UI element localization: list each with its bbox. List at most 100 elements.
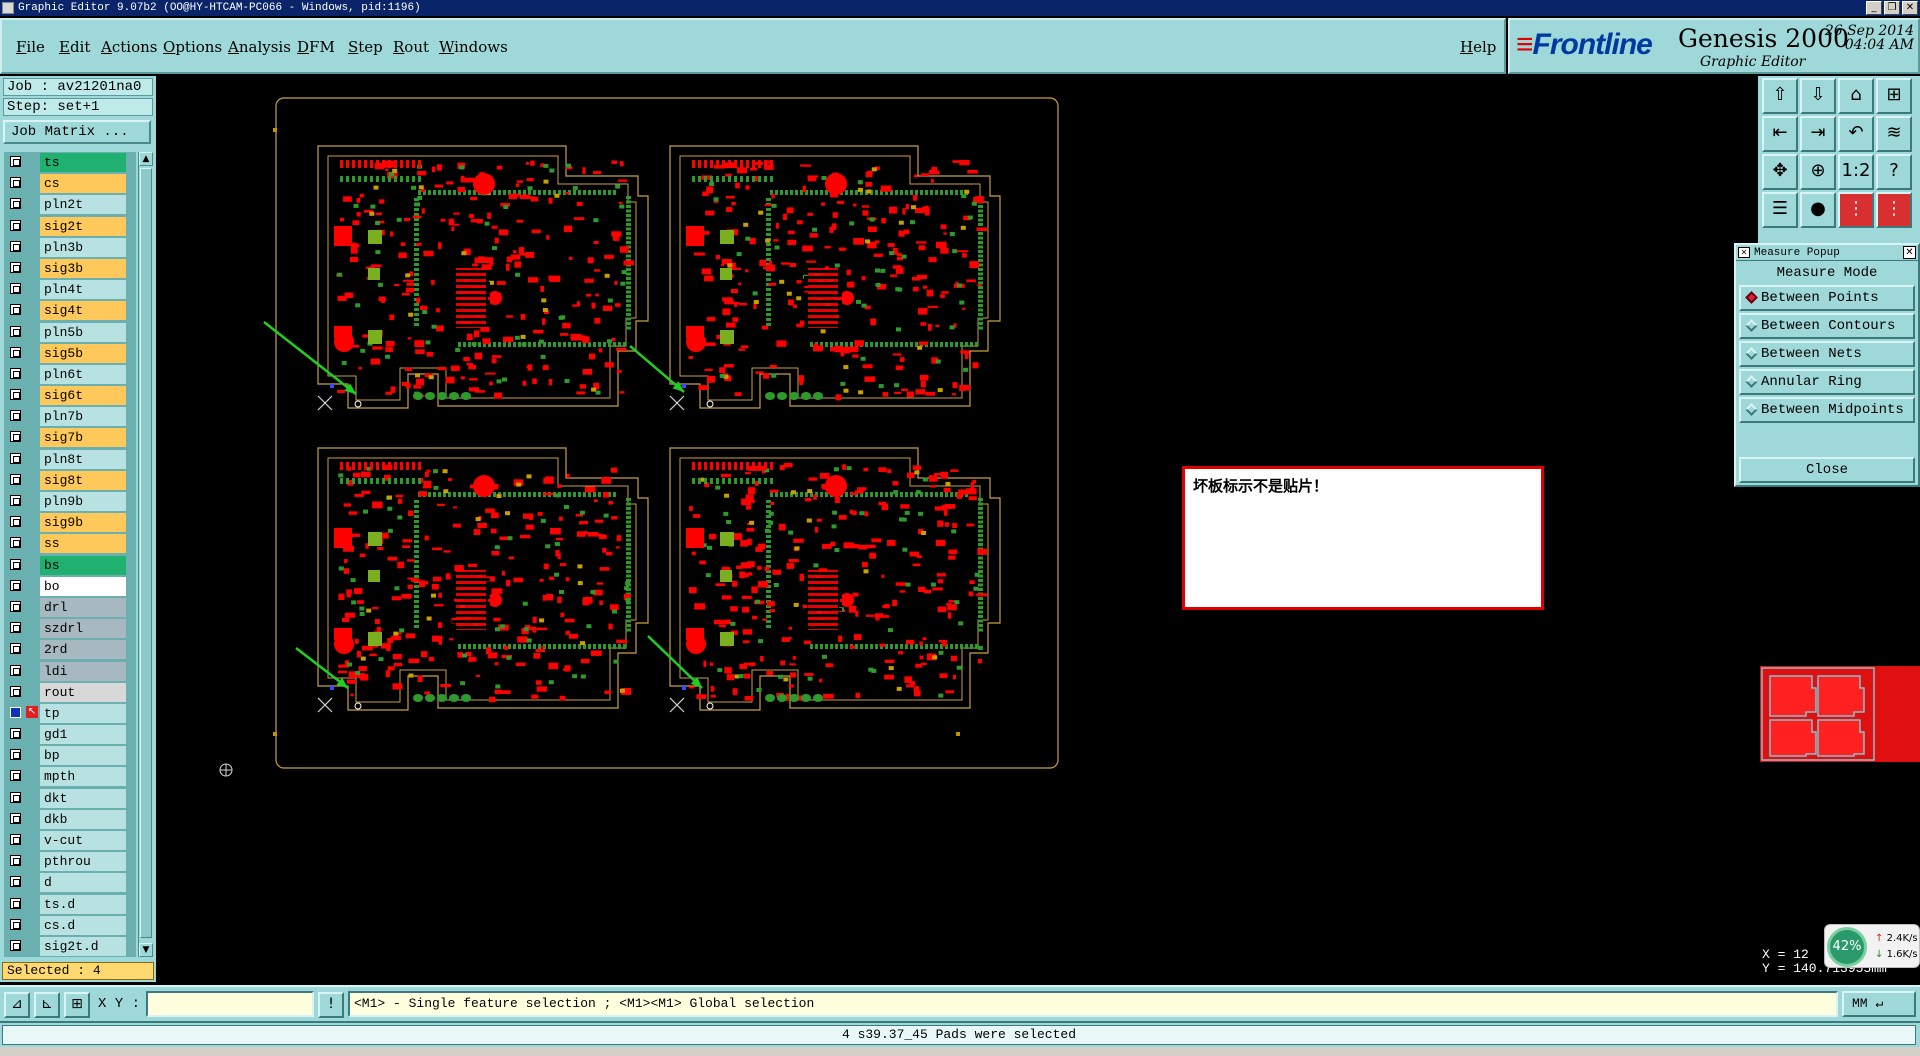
layer-row[interactable]: gd1 — [4, 724, 136, 746]
layer-row[interactable]: sig2t — [4, 216, 136, 237]
layer-checkbox[interactable] — [10, 749, 21, 761]
alert-icon[interactable]: ! — [318, 992, 344, 1018]
layer-name[interactable]: ts — [40, 153, 126, 172]
select-mode-icon[interactable]: ⊿ — [4, 992, 30, 1018]
layer-name[interactable]: gd1 — [40, 725, 126, 745]
layer-checkbox[interactable] — [10, 495, 21, 506]
option-between-nets[interactable]: Between Nets — [1739, 341, 1915, 367]
layer-checkbox[interactable] — [10, 261, 21, 273]
layer-name[interactable]: dkb — [40, 809, 126, 829]
measure-tool-icon[interactable]: ⋮ — [1838, 192, 1874, 228]
layer-checkbox[interactable] — [10, 325, 21, 337]
layer-checkbox[interactable] — [10, 579, 21, 591]
layer-checkbox[interactable] — [10, 834, 21, 845]
close-icon[interactable]: ✕ — [1902, 1, 1918, 15]
layer-checkbox[interactable] — [10, 283, 21, 295]
layer-name[interactable]: sig4t — [40, 301, 126, 321]
layer-row[interactable]: sig3b — [4, 258, 136, 280]
open-job-icon[interactable]: ⇧ — [1762, 78, 1798, 114]
layer-name[interactable]: sig6t — [40, 386, 126, 406]
layer-row[interactable]: bo — [4, 576, 136, 597]
snap-icon[interactable]: ● — [1800, 192, 1836, 228]
grid-mode-icon[interactable]: ⊞ — [64, 992, 90, 1018]
layer-scrollbar[interactable]: ▲ ▼ — [138, 152, 153, 957]
layer-row[interactable]: pln7b — [4, 406, 136, 428]
layer-name[interactable]: sig2t.d — [40, 936, 126, 956]
menu-file[interactable]: File — [16, 38, 45, 56]
layer-row[interactable]: bp — [4, 745, 136, 767]
layer-row[interactable]: bs — [4, 555, 136, 576]
layer-name[interactable]: bs — [40, 555, 126, 575]
job-matrix-button[interactable]: Job Matrix ... — [3, 120, 151, 144]
layer-name[interactable]: mpth — [40, 767, 126, 787]
layer-row[interactable]: pln8t — [4, 449, 136, 470]
xy-input[interactable] — [146, 991, 314, 1017]
layer-name[interactable]: sig2t — [40, 216, 126, 236]
menu-edit[interactable]: Edit — [59, 38, 90, 56]
layer-name[interactable]: pln5b — [40, 322, 126, 342]
layer-name[interactable]: pln8t — [40, 449, 126, 469]
layer-checkbox[interactable] — [10, 770, 21, 782]
layer-name[interactable]: sig5b — [40, 343, 126, 363]
layer-row[interactable]: sig8t — [4, 470, 136, 491]
menu-step[interactable]: Step — [348, 38, 383, 56]
menu-rout[interactable]: Rout — [393, 38, 429, 56]
layer-name[interactable]: pthrou — [40, 852, 126, 872]
layer-name[interactable]: drl — [40, 597, 126, 617]
layer-name[interactable]: sig8t — [40, 470, 126, 490]
pan-right-icon[interactable]: ⇥ — [1800, 116, 1836, 152]
layer-name[interactable]: 2rd — [40, 640, 126, 660]
layer-checkbox[interactable] — [10, 389, 21, 401]
layer-checkbox[interactable] — [10, 918, 21, 930]
layer-row[interactable]: pln5b — [4, 322, 136, 343]
layer-checkbox[interactable] — [10, 855, 21, 867]
layer-row[interactable]: pthrou — [4, 851, 136, 873]
zoom-one-to-two-icon[interactable]: 1:2 — [1838, 154, 1874, 190]
layer-row[interactable]: rout — [4, 682, 136, 703]
layer-name[interactable]: ts.d — [40, 894, 126, 914]
layer-row[interactable]: pln3b — [4, 237, 136, 258]
save-icon[interactable]: ⇩ — [1800, 78, 1836, 114]
redraw-icon[interactable]: ≋ — [1876, 116, 1912, 152]
layer-checkbox[interactable] — [10, 198, 21, 210]
layer-name[interactable]: rout — [40, 682, 126, 702]
help-icon[interactable]: ? — [1876, 154, 1912, 190]
units-selector[interactable]: MM ↵ — [1842, 991, 1916, 1017]
layer-name[interactable]: sig3b — [40, 258, 126, 278]
zoom-area-icon[interactable]: ⊕ — [1800, 154, 1836, 190]
layer-row[interactable]: dkb — [4, 809, 136, 830]
layer-name[interactable]: bp — [40, 746, 126, 766]
layer-row[interactable]: ldi — [4, 661, 136, 682]
layer-checkbox[interactable] — [10, 473, 21, 485]
layer-row[interactable]: drl — [4, 597, 136, 619]
zoom-fit-icon[interactable]: ✥ — [1762, 154, 1798, 190]
layer-checkbox[interactable] — [10, 156, 21, 167]
layer-name[interactable]: pln7b — [40, 407, 126, 427]
layer-name[interactable]: bo — [40, 576, 126, 596]
layer-row[interactable]: ts.d — [4, 894, 136, 915]
layer-name[interactable]: pln2t — [40, 195, 126, 215]
layer-name[interactable]: pln9b — [40, 492, 126, 511]
layer-row[interactable]: pln9b — [4, 491, 136, 513]
layer-checkbox[interactable] — [10, 367, 21, 379]
layer-row[interactable]: ↖ tp — [4, 703, 136, 725]
layer-name[interactable]: ldi — [40, 661, 126, 681]
home-icon[interactable]: ⌂ — [1838, 78, 1874, 114]
layer-checkbox[interactable] — [10, 516, 21, 528]
measure-close-button[interactable]: Close — [1739, 457, 1915, 483]
menu-windows[interactable]: Windows — [439, 38, 508, 56]
layer-name[interactable]: sig9b — [40, 513, 126, 533]
option-between-points[interactable]: Between Points — [1739, 285, 1915, 311]
layer-name[interactable]: cs — [40, 174, 126, 194]
layer-row[interactable]: cs — [4, 173, 136, 195]
menu-dfm[interactable]: DFM — [297, 38, 335, 56]
scroll-thumb[interactable] — [140, 168, 152, 938]
layer-checkbox[interactable] — [10, 685, 21, 697]
overview-thumbnail[interactable] — [1760, 666, 1920, 762]
layer-checkbox[interactable] — [10, 600, 21, 612]
menu-actions[interactable]: Actions — [101, 38, 157, 56]
network-speed-widget[interactable]: 42% ↑ 2.4K/s ↓ 1.6K/s — [1824, 924, 1920, 968]
undo-view-icon[interactable]: ↶ — [1838, 116, 1874, 152]
layer-checkbox[interactable] — [10, 812, 21, 824]
layer-row[interactable]: ss — [4, 533, 136, 555]
